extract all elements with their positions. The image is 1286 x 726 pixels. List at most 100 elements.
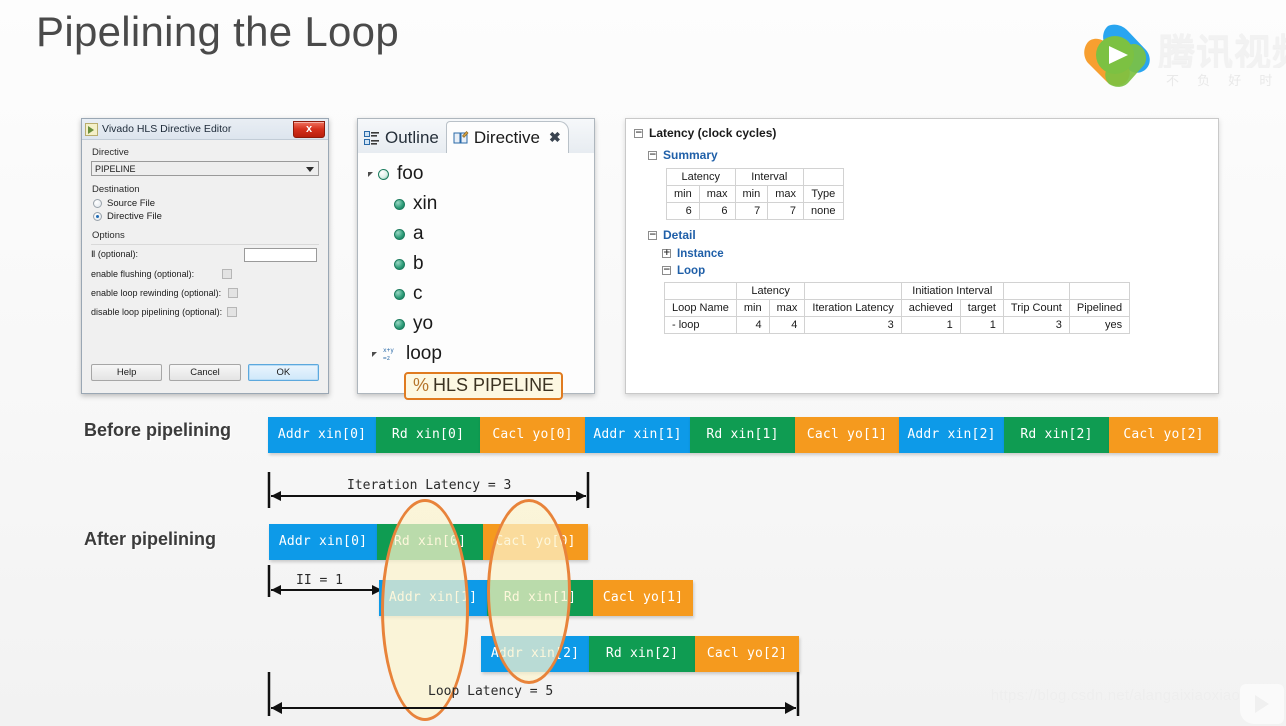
tree-item-label: a [413, 223, 424, 244]
group-header-blank [803, 168, 844, 186]
svg-text:x+y: x+y [383, 347, 394, 354]
play-logo-icon [1084, 24, 1150, 87]
cell: none [803, 202, 844, 220]
tree-item-b[interactable]: b [358, 249, 594, 279]
latency-heading-row: − Latency (clock cycles) [634, 126, 1210, 140]
collapse-icon[interactable]: − [662, 266, 671, 275]
cell: 3 [804, 316, 902, 334]
directive-view-panel: Outline Directive ✖ foo xin a b c yo x+y… [357, 118, 595, 400]
timeline-block: Cacl yo[1] [593, 580, 693, 616]
vivado-app-icon [85, 122, 98, 136]
expand-icon[interactable]: + [662, 249, 671, 258]
timeline-block: Addr xin[2] [899, 417, 1004, 453]
tree-item-label: yo [413, 313, 434, 334]
slide-canvas: Pipelining the Loop 腾讯视频 不 负 好 时 光 Vivad… [0, 0, 1286, 726]
table-header-row: Loop Name min max Iteration Latency achi… [664, 299, 1131, 317]
table-row: - loop 4 4 3 1 1 3 yes [664, 316, 1131, 334]
collapse-icon[interactable]: − [648, 231, 657, 240]
cell: 4 [735, 316, 770, 334]
enable-flushing-row[interactable]: enable flushing (optional): [91, 264, 319, 283]
radio-directive-file[interactable]: Directive File [93, 211, 319, 222]
cancel-button[interactable]: Cancel [169, 364, 241, 381]
tab-outline[interactable]: Outline [358, 123, 446, 153]
cell: 6 [666, 202, 700, 220]
tree-item-yo[interactable]: yo [358, 309, 594, 339]
latency-heading: Latency (clock cycles) [649, 126, 777, 140]
radio-directive-file-label: Directive File [107, 211, 162, 222]
cell: 4 [768, 316, 806, 334]
variable-icon [394, 318, 405, 330]
ii-text: II = 1 [296, 573, 343, 588]
tree-item-a[interactable]: a [358, 219, 594, 249]
before-pipelining-label: Before pipelining [84, 420, 232, 440]
disable-pipelining-label: disable loop pipelining (optional): [91, 306, 223, 317]
pragma-prefix: % [413, 375, 430, 395]
ok-button[interactable]: OK [247, 364, 319, 381]
col-header: Pipelined [1068, 299, 1131, 317]
cell: 1 [959, 316, 1004, 334]
group-header-latency: Latency [666, 168, 736, 186]
tree-item-label: b [413, 253, 424, 274]
tree-item-loop[interactable]: x+y =z loop [358, 339, 594, 369]
directive-select[interactable]: PIPELINE [91, 161, 319, 176]
checkbox-icon-enable-flushing[interactable] [222, 268, 233, 279]
stage-group-ellipse-2 [487, 499, 571, 684]
pragma-text: HLS PIPELINE [433, 375, 555, 395]
chevron-down-icon[interactable] [368, 171, 373, 177]
variable-icon [394, 198, 405, 210]
cell: yes [1068, 316, 1131, 334]
variable-icon [394, 228, 405, 240]
tree-item-foo[interactable]: foo [358, 159, 594, 189]
close-icon[interactable]: ✖ [549, 129, 561, 146]
col-header: Iteration Latency [804, 299, 902, 317]
group-header-latency: Latency [735, 282, 806, 300]
group-header-blank [804, 282, 902, 300]
outline-icon [364, 130, 379, 145]
radio-icon [93, 199, 102, 208]
enable-flushing-label: enable flushing (optional): [91, 268, 195, 279]
col-header: target [959, 299, 1004, 317]
after-pipelining-label: After pipelining [84, 529, 216, 549]
timeline-block: Cacl yo[1] [795, 417, 899, 453]
timeline-block: Addr xin[0] [268, 417, 376, 453]
logo-brand-text: 腾讯视频 [1158, 31, 1286, 68]
loop-heading-row: − Loop [662, 265, 1210, 277]
col-header: achieved [900, 299, 961, 317]
loop-icon: x+y =z [383, 347, 394, 362]
collapse-icon[interactable]: − [634, 129, 643, 138]
tree-item-xin[interactable]: xin [358, 189, 594, 219]
ii-input[interactable] [244, 247, 317, 262]
dialog-title: Vivado HLS Directive Editor [102, 123, 232, 135]
help-button[interactable]: Help [91, 364, 163, 381]
timeline-block: Rd xin[1] [690, 417, 795, 453]
enable-rewinding-row[interactable]: enable loop rewinding (optional): [91, 283, 319, 302]
disable-pipelining-row[interactable]: disable loop pipelining (optional): [91, 302, 319, 321]
timeline-block: Cacl yo[2] [695, 636, 799, 672]
checkbox-icon-enable-rewinding[interactable] [228, 287, 239, 298]
close-icon[interactable]: x [293, 120, 325, 138]
radio-source-file[interactable]: Source File [93, 198, 319, 209]
watermark-url: https://blog.csdn.net/alangaixiaoxiao [990, 687, 1240, 704]
group-header-blank [1068, 282, 1131, 300]
loop-heading: Loop [677, 265, 706, 277]
tree-item-c[interactable]: c [358, 279, 594, 309]
hls-pipeline-directive-badge[interactable]: % HLS PIPELINE [404, 372, 564, 400]
summary-heading: Summary [663, 148, 718, 162]
col-header: max [767, 185, 805, 203]
cell: 7 [767, 202, 805, 220]
destination-label: Destination [92, 184, 140, 195]
checkbox-icon-disable-pipelining[interactable] [227, 306, 238, 317]
function-icon [378, 168, 389, 180]
collapse-icon[interactable]: − [648, 151, 657, 160]
tree-item-label: xin [413, 193, 438, 214]
loop-latency-text: Loop Latency = 5 [428, 684, 554, 699]
chevron-down-icon[interactable] [372, 351, 377, 357]
detail-heading: Detail [663, 228, 696, 242]
dialog-button-row: Help Cancel OK [91, 364, 319, 381]
tab-directive[interactable]: Directive ✖ [445, 121, 569, 153]
col-header: max [698, 185, 736, 203]
col-header: Trip Count [1002, 299, 1070, 317]
cell: 3 [1002, 316, 1070, 334]
directive-select-value: PIPELINE [95, 163, 136, 174]
enable-rewinding-label: enable loop rewinding (optional): [91, 287, 222, 298]
